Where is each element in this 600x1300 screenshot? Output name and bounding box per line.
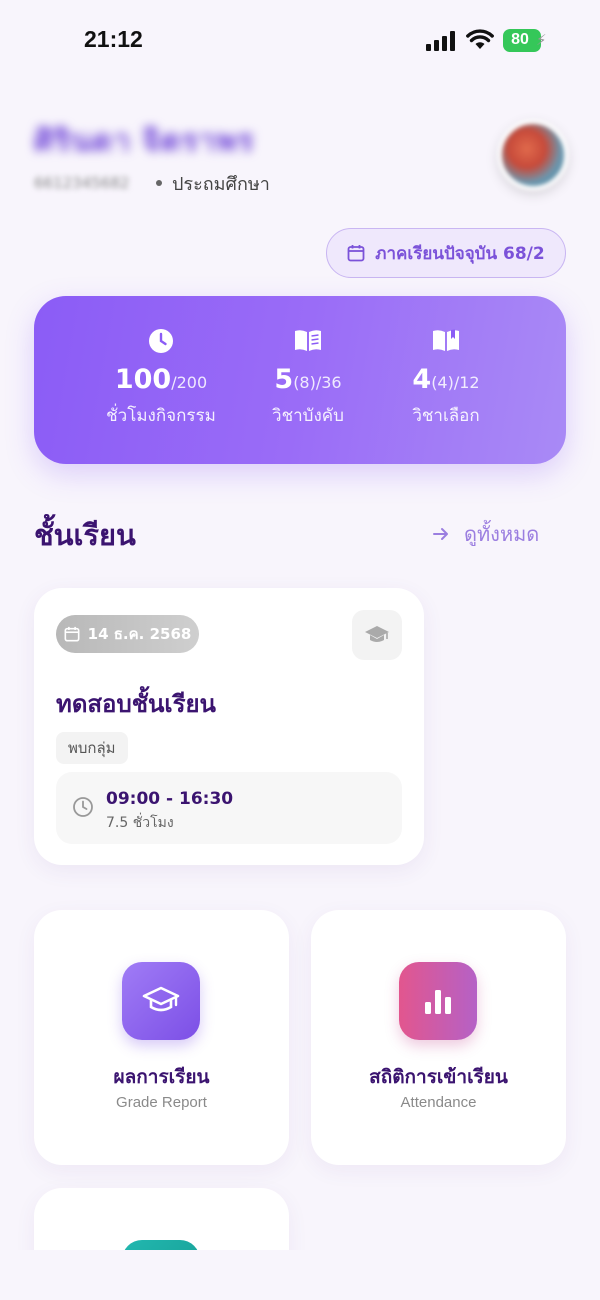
grade-report-subtitle: Grade Report bbox=[116, 1094, 207, 1111]
profile-name: ศิรินดา จิตราพร bbox=[34, 124, 255, 159]
stat-required-subjects: 5(8)/36 วิชาบังคับ bbox=[228, 328, 388, 429]
grade-report-title: ผลการเรียน bbox=[113, 1066, 210, 1088]
arrow-right-icon bbox=[433, 528, 448, 540]
battery-indicator: 80 ⚡ bbox=[503, 29, 547, 52]
stats-card: 100/200 ชั่วโมงกิจกรรม 5(8)/36 วิชาบังคั… bbox=[34, 296, 566, 464]
class-title: ทดสอบชั้นเรียน bbox=[56, 690, 216, 718]
section-title-classes: ชั้นเรียน bbox=[34, 518, 136, 552]
attendance-subtitle: Attendance bbox=[400, 1094, 477, 1111]
battery-level: 80 bbox=[511, 31, 529, 48]
attendance-title: สถิติการเข้าเรียน bbox=[369, 1066, 508, 1088]
class-time-range: 09:00 - 16:30 bbox=[106, 789, 234, 809]
class-date: 14 ธ.ค. 2568 bbox=[87, 625, 192, 643]
open-book-icon bbox=[366, 328, 526, 358]
clock-icon bbox=[81, 328, 241, 358]
education-level: ประถมศึกษา bbox=[172, 173, 270, 195]
class-time-box: 09:00 - 16:30 7.5 ชั่วโมง bbox=[56, 772, 402, 844]
attendance-tile[interactable]: สถิติการเข้าเรียน Attendance bbox=[311, 910, 566, 1165]
calendar-icon bbox=[64, 626, 80, 642]
separator-dot bbox=[156, 180, 162, 186]
bar-chart-icon bbox=[399, 962, 477, 1040]
cellular-signal-icon bbox=[426, 31, 458, 55]
graduation-cap-icon bbox=[365, 626, 389, 642]
bottom-fade bbox=[0, 1250, 600, 1300]
current-term-label: ภาคเรียนปัจจุบัน 68/2 bbox=[375, 243, 545, 264]
status-bar: 21:12 80 ⚡ bbox=[0, 0, 600, 82]
see-all-label: ดูทั้งหมด bbox=[464, 522, 540, 546]
grade-report-tile[interactable]: ผลการเรียน Grade Report bbox=[34, 910, 289, 1165]
current-term-chip[interactable]: ภาคเรียนปัจจุบัน 68/2 bbox=[326, 228, 566, 278]
graduation-cap-icon bbox=[122, 962, 200, 1040]
class-duration: 7.5 ชั่วโมง bbox=[106, 815, 174, 831]
book-icon bbox=[228, 328, 388, 358]
charging-bolt-icon: ⚡ bbox=[536, 31, 547, 49]
profile-subtitle: 6612345682 ประถมศึกษา bbox=[34, 168, 270, 198]
class-type-chip: พบกลุ่ม bbox=[56, 732, 128, 764]
avatar[interactable] bbox=[498, 120, 568, 190]
clock-icon bbox=[73, 797, 93, 817]
student-id: 6612345682 bbox=[34, 174, 130, 192]
calendar-icon bbox=[347, 245, 365, 262]
status-time: 21:12 bbox=[84, 26, 143, 52]
class-type-badge bbox=[352, 610, 402, 660]
stat-elective-subjects: 4(4)/12 วิชาเลือก bbox=[366, 328, 526, 429]
class-card[interactable]: 14 ธ.ค. 2568 ทดสอบชั้นเรียน พบกลุ่ม 09:0… bbox=[34, 588, 424, 865]
stat-activity-hours: 100/200 ชั่วโมงกิจกรรม bbox=[81, 328, 241, 429]
wifi-icon bbox=[466, 28, 494, 54]
see-all-link[interactable]: ดูทั้งหมด bbox=[432, 518, 539, 550]
class-date-chip: 14 ธ.ค. 2568 bbox=[56, 615, 199, 653]
